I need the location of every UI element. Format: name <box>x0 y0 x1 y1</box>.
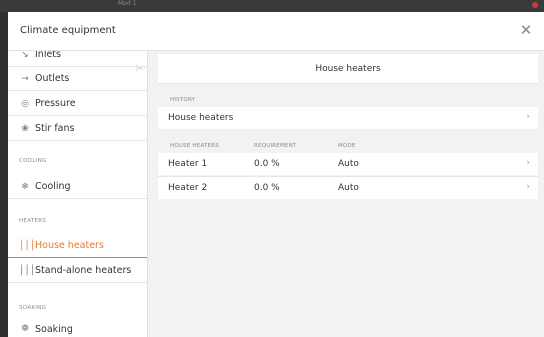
sidebar: |<- ↘ Inlets → Outlets ◎ Pressure ❀ Stir… <box>8 51 148 337</box>
sidebar-item-label: Cooling <box>35 181 71 192</box>
window-close-icon[interactable] <box>532 2 538 8</box>
sidebar-item-inlets[interactable]: ↘ Inlets <box>8 51 147 67</box>
dialog-title: Climate equipment <box>20 25 116 36</box>
heat-icon: │││ <box>19 240 36 251</box>
soaking-icon: ❁ <box>21 324 29 334</box>
cooling-icon: ❄ <box>21 181 29 192</box>
column-header-requirement: REQUIREMENT <box>254 143 297 149</box>
panel-title-bar: House heaters <box>158 54 538 84</box>
sidebar-item-label: House heaters <box>35 240 104 251</box>
history-row[interactable]: House heaters › <box>158 107 538 129</box>
sidebar-item-outlets[interactable]: → Outlets <box>8 67 147 91</box>
heater-name: Heater 2 <box>168 183 208 193</box>
chevron-right-icon: › <box>526 158 530 168</box>
panel-title: House heaters <box>315 64 381 74</box>
history-section-label: HISTORY <box>170 97 196 103</box>
column-header-name: HOUSE HEATERS <box>170 143 219 149</box>
sidebar-item-label: Inlets <box>35 51 61 60</box>
section-label-heaters: HEATERS <box>19 218 47 224</box>
main-panel: House heaters HISTORY House heaters › HO… <box>148 51 544 337</box>
heat-icon: │││ <box>19 265 36 276</box>
chevron-right-icon: › <box>526 182 530 192</box>
close-icon[interactable]: ✕ <box>518 22 534 38</box>
sidebar-item-stir-fans[interactable]: ❀ Stir fans <box>8 117 147 141</box>
sidebar-item-soaking[interactable]: ❁ Soaking <box>8 317 147 337</box>
fan-icon: ❀ <box>21 123 29 134</box>
section-label-cooling: COOLING <box>19 158 47 164</box>
heater-mode: Auto <box>338 183 359 193</box>
history-row-label: House heaters <box>168 113 234 123</box>
section-label-soaking: SOAKING <box>19 305 47 311</box>
window-title-bar: Mod 1 <box>0 0 544 12</box>
sidebar-item-label: Stir fans <box>35 123 75 134</box>
arrow-out-icon: → <box>21 73 29 84</box>
sidebar-item-cooling[interactable]: ❄ Cooling <box>8 175 147 199</box>
heater-name: Heater 1 <box>168 159 208 169</box>
chevron-right-icon: › <box>526 112 530 122</box>
sidebar-item-label: Stand-alone heaters <box>35 265 132 276</box>
table-row[interactable]: Heater 2 0.0 % Auto › <box>158 176 538 199</box>
sidebar-item-label: Pressure <box>35 98 76 109</box>
heater-mode: Auto <box>338 159 359 169</box>
heater-requirement: 0.0 % <box>254 183 280 193</box>
window-title: Mod 1 <box>118 0 137 7</box>
dialog-header: Climate equipment ✕ <box>8 12 544 51</box>
sidebar-item-label: Outlets <box>35 73 70 84</box>
sidebar-item-pressure[interactable]: ◎ Pressure <box>8 92 147 116</box>
sidebar-item-house-heaters[interactable]: │││ House heaters <box>8 234 147 258</box>
sidebar-item-label: Soaking <box>35 323 73 335</box>
column-header-mode: MODE <box>338 143 356 149</box>
sidebar-item-stand-alone-heaters[interactable]: │││ Stand-alone heaters <box>8 259 147 283</box>
heater-requirement: 0.0 % <box>254 159 280 169</box>
pressure-icon: ◎ <box>21 98 29 109</box>
arrow-in-icon: ↘ <box>21 51 29 60</box>
climate-equipment-dialog: Climate equipment ✕ |<- ↘ Inlets → Outle… <box>8 12 544 337</box>
table-row[interactable]: Heater 1 0.0 % Auto › <box>158 153 538 175</box>
